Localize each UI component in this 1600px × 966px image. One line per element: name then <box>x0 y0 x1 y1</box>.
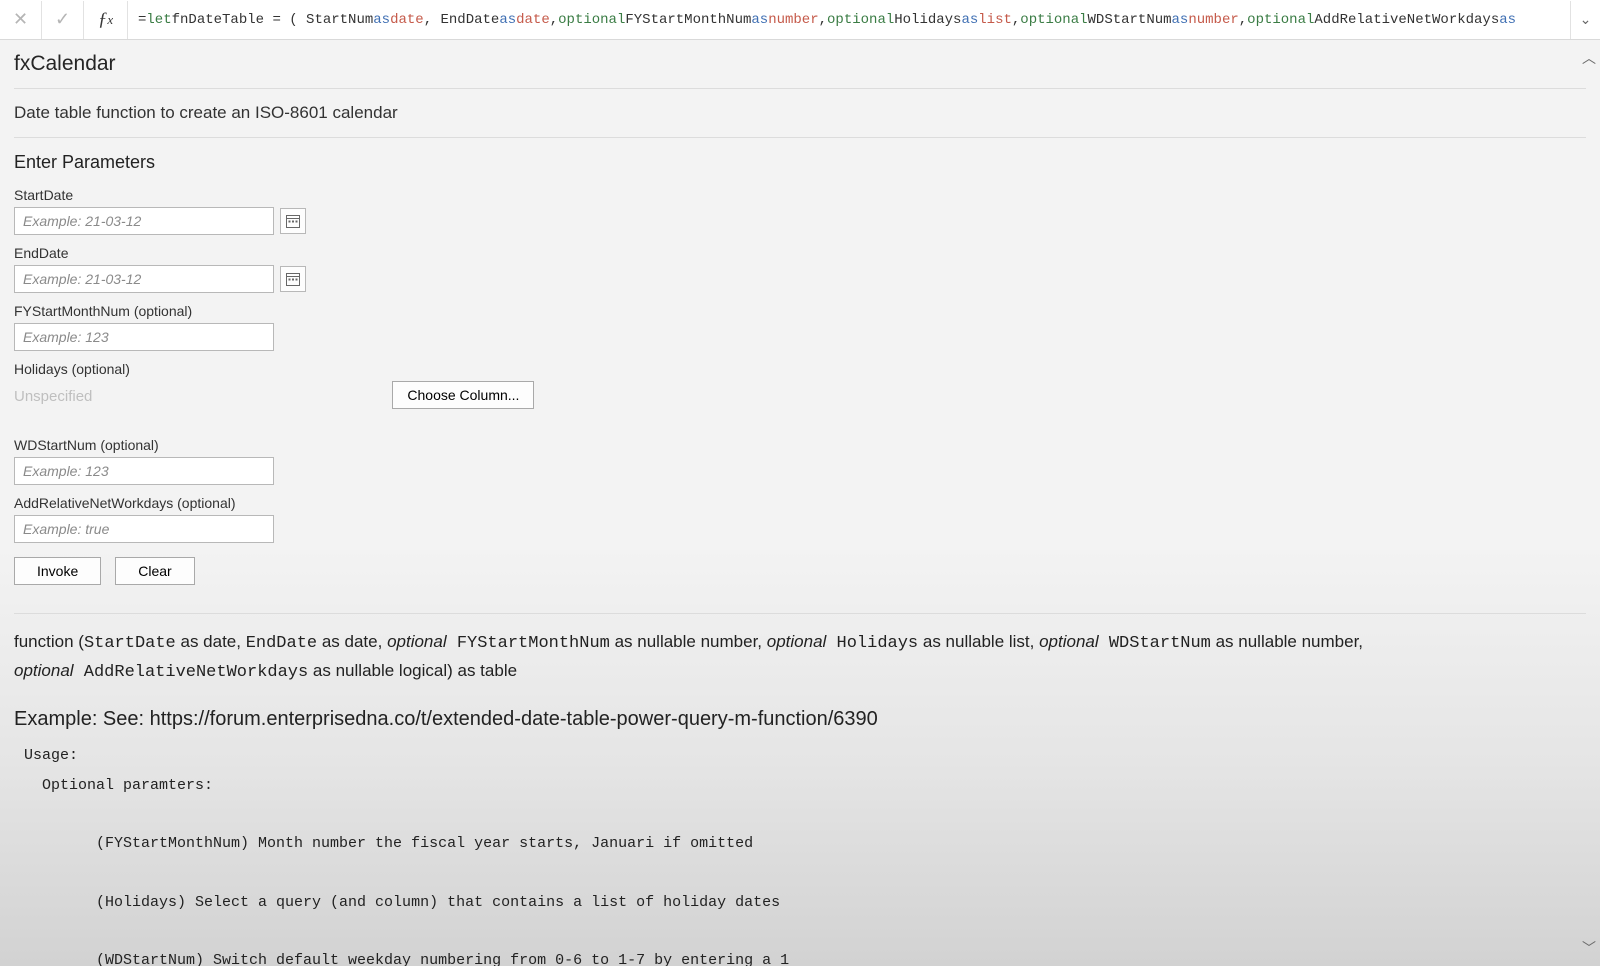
sig-text: StartDate <box>84 634 176 653</box>
function-title: fxCalendar <box>14 52 1586 76</box>
param-label: WDStartNum (optional) <box>14 437 1586 453</box>
formula-text: FYStartMonthNum <box>625 12 751 28</box>
formula-text: let <box>146 12 171 28</box>
param-holidays: Holidays (optional) Unspecified Choose C… <box>14 361 1586 409</box>
formula-text: optional <box>558 12 625 28</box>
param-addrelativenetworkdays: AddRelativeNetWorkdays (optional) <box>14 495 1586 543</box>
formula-text: Holidays <box>894 12 961 28</box>
parameters-heading: Enter Parameters <box>14 152 1586 173</box>
sig-text: as nullable number, <box>610 632 767 651</box>
example-heading: Example: See: https://forum.enterprisedn… <box>14 708 1586 731</box>
param-label: Holidays (optional) <box>14 361 1586 377</box>
formula-text: list <box>978 12 1012 28</box>
sig-text: as date, <box>176 632 246 651</box>
param-label: EndDate <box>14 245 1586 261</box>
startdate-input[interactable] <box>14 207 274 235</box>
enddate-calendar-button[interactable] <box>280 266 306 292</box>
sig-text: EndDate <box>246 634 317 653</box>
formula-input[interactable]: = let fnDateTable = ( StartNum as date ,… <box>128 1 1570 39</box>
formula-text: , <box>550 12 558 28</box>
formula-text: , EndDate <box>424 12 500 28</box>
formula-bar: ✕ ✓ ƒx = let fnDateTable = ( StartNum as… <box>0 0 1600 40</box>
param-label: FYStartMonthNum (optional) <box>14 303 1586 319</box>
function-signature: function (StartDate as date, EndDate as … <box>14 628 1586 686</box>
formula-text: , <box>1012 12 1020 28</box>
formula-text: = <box>138 12 146 28</box>
startdate-calendar-button[interactable] <box>280 208 306 234</box>
holidays-unspecified-text: Unspecified <box>14 388 92 405</box>
sig-text: AddRelativeNetWorkdays <box>74 663 309 682</box>
invoke-button[interactable]: Invoke <box>14 557 101 585</box>
sig-text: as nullable number, <box>1211 632 1363 651</box>
formula-text: , <box>1239 12 1247 28</box>
formula-text: number <box>1188 12 1238 28</box>
formula-cancel-button[interactable]: ✕ <box>0 1 42 39</box>
sig-text: as nullable list, <box>918 632 1039 651</box>
sig-text: optional <box>767 632 827 651</box>
sig-text: FYStartMonthNum <box>447 634 610 653</box>
formula-text: AddRelativeNetWorkdays <box>1314 12 1499 28</box>
divider <box>14 613 1586 614</box>
formula-text: as <box>961 12 978 28</box>
fystartmonthnum-input[interactable] <box>14 323 274 351</box>
calendar-icon <box>285 271 301 287</box>
formula-text: , <box>819 12 827 28</box>
formula-text: number <box>768 12 818 28</box>
formula-text: as <box>1172 12 1189 28</box>
function-editor-panel: ︿ ﹀ fxCalendar Date table function to cr… <box>0 40 1600 966</box>
formula-text: as <box>751 12 768 28</box>
param-label: StartDate <box>14 187 1586 203</box>
function-description: Date table function to create an ISO-860… <box>14 103 1586 123</box>
formula-expand-button[interactable]: ⌄ <box>1570 1 1600 39</box>
x-icon: ✕ <box>13 9 28 30</box>
formula-text: optional <box>827 12 894 28</box>
sig-text: optional <box>14 661 74 680</box>
formula-text: optional <box>1020 12 1087 28</box>
choose-column-button[interactable]: Choose Column... <box>392 381 534 409</box>
sig-text: optional <box>1039 632 1099 651</box>
formula-text: as <box>373 12 390 28</box>
formula-text: fnDateTable = ( StartNum <box>172 12 374 28</box>
formula-text: as <box>499 12 516 28</box>
sig-text: optional <box>387 632 447 651</box>
formula-text: WDStartNum <box>1088 12 1172 28</box>
param-startdate: StartDate <box>14 187 1586 235</box>
scroll-up-button[interactable]: ︿ <box>1582 48 1596 68</box>
fx-icon: ƒx <box>84 1 128 39</box>
check-icon: ✓ <box>55 9 70 30</box>
formula-text: date <box>516 12 550 28</box>
wdstartnum-input[interactable] <box>14 457 274 485</box>
sig-text: WDStartNum <box>1099 634 1211 653</box>
calendar-icon <box>285 213 301 229</box>
formula-confirm-button[interactable]: ✓ <box>42 1 84 39</box>
formula-text: as <box>1499 12 1516 28</box>
formula-text: optional <box>1247 12 1314 28</box>
enddate-input[interactable] <box>14 265 274 293</box>
sig-text: as date, <box>317 632 387 651</box>
divider <box>14 88 1586 89</box>
formula-text: date <box>390 12 424 28</box>
param-enddate: EndDate <box>14 245 1586 293</box>
divider <box>14 137 1586 138</box>
usage-text: Usage: Optional paramters: (FYStartMonth… <box>24 741 1586 966</box>
scroll-down-button[interactable]: ﹀ <box>1582 938 1596 958</box>
sig-text: function ( <box>14 632 84 651</box>
clear-button[interactable]: Clear <box>115 557 194 585</box>
action-row: Invoke Clear <box>14 557 1586 585</box>
sig-text: Holidays <box>826 634 918 653</box>
chevron-down-icon: ⌄ <box>1580 11 1592 28</box>
addrelativenetworkdays-input[interactable] <box>14 515 274 543</box>
param-label: AddRelativeNetWorkdays (optional) <box>14 495 1586 511</box>
param-fystartmonthnum: FYStartMonthNum (optional) <box>14 303 1586 351</box>
param-wdstartnum: WDStartNum (optional) <box>14 437 1586 485</box>
sig-text: as nullable logical) as table <box>308 661 517 680</box>
